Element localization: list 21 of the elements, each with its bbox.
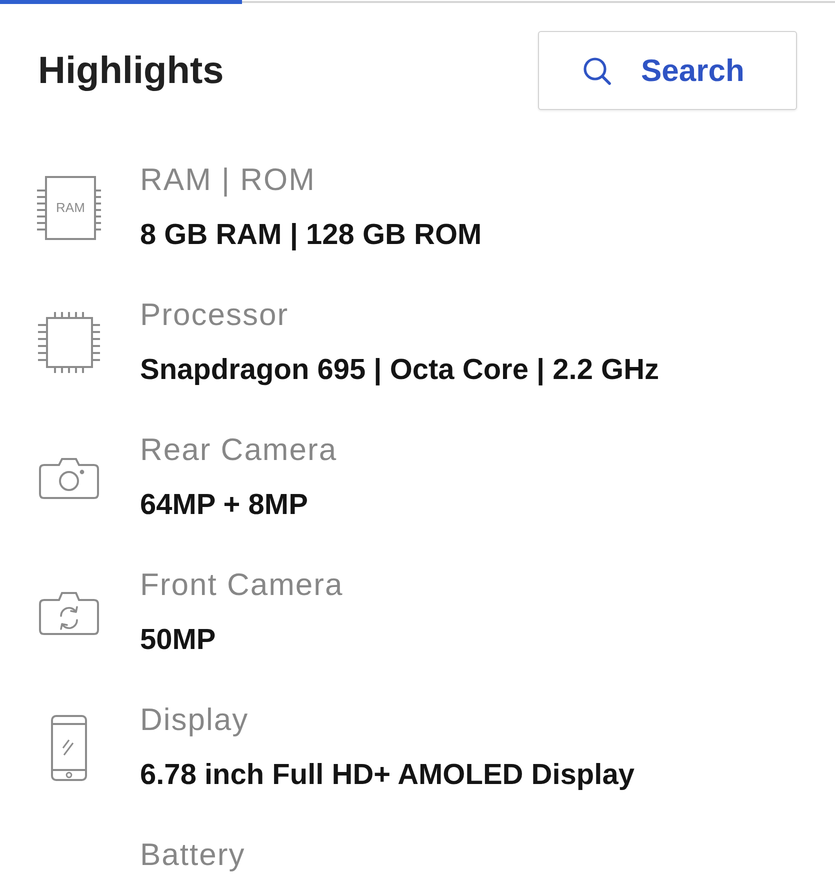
- spec-label: Front Camera: [140, 567, 344, 603]
- search-icon: [583, 56, 611, 84]
- camera-icon: [39, 456, 99, 498]
- spec-label: Processor: [140, 297, 290, 333]
- spec-value: 64MP + 8MP: [140, 488, 309, 523]
- spec-label: Display: [140, 702, 250, 738]
- spec-value: 50MP: [140, 623, 217, 658]
- spec-label: Rear Camera: [140, 432, 338, 468]
- tab-underline[interactable]: [0, 0, 242, 4]
- camera-switch-icon: [39, 590, 99, 634]
- processor-chip-icon: [38, 312, 100, 373]
- search-button[interactable]: Search: [538, 31, 797, 110]
- spec-label: Battery: [140, 837, 246, 873]
- phone-icon: [51, 714, 87, 780]
- spec-label: RAM | ROM: [140, 162, 316, 198]
- section-title: Highlights: [38, 48, 224, 92]
- tab-underline[interactable]: [484, 1, 835, 3]
- spec-value: 6.78 inch Full HD+ AMOLED Display: [140, 758, 634, 793]
- spec-value: 8 GB RAM | 128 GB ROM: [140, 218, 482, 253]
- tab-underline[interactable]: [242, 1, 484, 3]
- spec-value: Snapdragon 695 | Octa Core | 2.2 GHz: [140, 353, 660, 388]
